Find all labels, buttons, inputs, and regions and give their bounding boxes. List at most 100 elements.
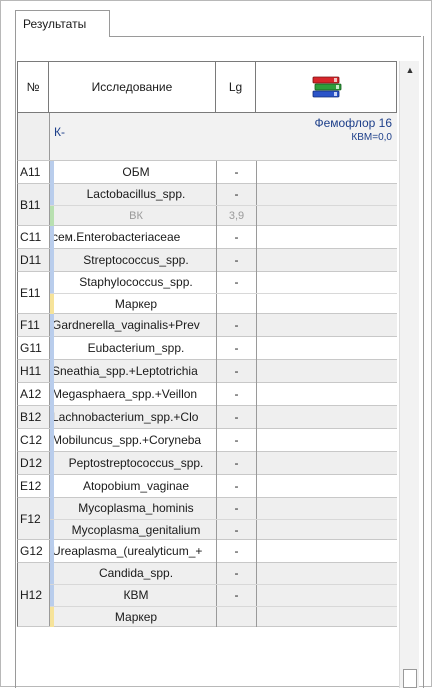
vertical-scrollbar[interactable]: ▲: [399, 61, 419, 688]
result-cell[interactable]: [257, 475, 397, 498]
result-cell[interactable]: [257, 406, 397, 429]
result-cell[interactable]: [257, 429, 397, 452]
column-header-number[interactable]: №: [17, 62, 49, 113]
grid-header: № Исследование Lg: [17, 61, 397, 113]
column-header-result[interactable]: [256, 62, 397, 113]
lg-value: -: [217, 563, 257, 585]
table-row[interactable]: G11 Eubacterium_spp. -: [17, 337, 397, 360]
study-name: Eubacterium_spp.: [50, 337, 217, 360]
color-marker: [50, 294, 54, 314]
scroll-up-arrow-icon[interactable]: ▲: [400, 61, 420, 79]
row-entry[interactable]: Lactobacillus_spp. -: [50, 184, 397, 205]
row-entry[interactable]: Megasphaera_spp.+Veillon -: [50, 383, 397, 406]
table-row[interactable]: B12 Lachnobacterium_spp.+Clo -: [17, 406, 397, 429]
lg-value: -: [217, 226, 257, 249]
lg-value: -: [217, 585, 257, 606]
table-row[interactable]: B11 Lactobacillus_spp. - ВК 3,9: [17, 184, 397, 226]
table-row[interactable]: A12 Megasphaera_spp.+Veillon -: [17, 383, 397, 406]
result-cell[interactable]: [257, 383, 397, 406]
result-cell[interactable]: [257, 161, 397, 184]
study-name: Candida_spp.: [50, 563, 217, 585]
study-name: Lachnobacterium_spp.+Clo: [50, 406, 217, 429]
study-name-text: Streptococcus_spp.: [83, 253, 189, 267]
result-cell[interactable]: [257, 314, 397, 337]
color-marker: [50, 337, 54, 360]
color-marker: [50, 383, 54, 406]
color-marker: [50, 452, 54, 475]
table-row[interactable]: D11 Streptococcus_spp. -: [17, 249, 397, 272]
study-name-text: Candida_spp.: [98, 566, 174, 580]
result-cell[interactable]: [257, 520, 397, 540]
row-entry[interactable]: Mobiluncus_spp.+Coryneba -: [50, 429, 397, 452]
result-cell[interactable]: [257, 272, 397, 293]
study-name: Mycoplasma_hominis: [50, 498, 217, 519]
color-marker: [50, 498, 54, 519]
scroll-thumb[interactable]: [403, 669, 417, 688]
result-cell[interactable]: [257, 452, 397, 475]
table-row[interactable]: C11 сем.Enterobacteriaceae -: [17, 226, 397, 249]
result-cell[interactable]: [257, 498, 397, 519]
row-entry[interactable]: Gardnerella_vaginalis+Prev -: [50, 314, 397, 337]
column-header-lg[interactable]: Lg: [216, 62, 256, 113]
row-entry[interactable]: Sneathia_spp.+Leptotrichia -: [50, 360, 397, 383]
study-name-text: Mobiluncus_spp.+Coryneba: [52, 433, 202, 447]
results-grid: № Исследование Lg К- Фемофлор 16 КВМ=0,0: [17, 61, 397, 688]
row-entry[interactable]: Маркер: [50, 605, 397, 627]
row-entry[interactable]: Staphylococcus_spp. -: [50, 272, 397, 293]
row-entry[interactable]: Eubacterium_spp. -: [50, 337, 397, 360]
row-entry[interactable]: Lachnobacterium_spp.+Clo -: [50, 406, 397, 429]
column-header-study[interactable]: Исследование: [49, 62, 216, 113]
table-row[interactable]: H11 Sneathia_spp.+Leptotrichia -: [17, 360, 397, 383]
lg-value: -: [217, 475, 257, 498]
row-entry[interactable]: Candida_spp. -: [50, 563, 397, 585]
study-name-text: Lachnobacterium_spp.+Clo: [52, 410, 199, 424]
row-id: G11: [18, 337, 50, 359]
result-cell[interactable]: [257, 607, 397, 627]
row-entry[interactable]: Atopobium_vaginae -: [50, 475, 397, 498]
row-entry[interactable]: ВК 3,9: [50, 205, 397, 226]
row-entry[interactable]: сем.Enterobacteriaceae -: [50, 226, 397, 249]
row-entry[interactable]: КВМ -: [50, 584, 397, 606]
result-cell[interactable]: [257, 360, 397, 383]
row-entry[interactable]: Mycoplasma_hominis -: [50, 498, 397, 519]
result-cell[interactable]: [257, 540, 397, 563]
result-cell[interactable]: [257, 585, 397, 605]
row-entry[interactable]: Mycoplasma_genitalium -: [50, 519, 397, 540]
row-id: D12: [18, 452, 50, 474]
study-name-text: Sneathia_spp.+Leptotrichia: [52, 364, 198, 378]
lg-value: [217, 294, 257, 314]
study-name-text: Lactobacillus_spp.: [86, 187, 186, 201]
row-id: G12: [18, 540, 50, 562]
result-cell[interactable]: [257, 337, 397, 360]
result-cell[interactable]: [257, 184, 397, 205]
row-entry[interactable]: Маркер: [50, 293, 397, 314]
table-row[interactable]: E12 Atopobium_vaginae -: [17, 475, 397, 498]
table-row[interactable]: A11 ОБМ -: [17, 161, 397, 184]
table-row[interactable]: C12 Mobiluncus_spp.+Coryneba -: [17, 429, 397, 452]
table-row[interactable]: F12 Mycoplasma_hominis - Mycoplasma_genital…: [17, 498, 397, 540]
lg-value: -: [217, 272, 257, 293]
study-name: ВК: [50, 206, 217, 226]
table-row[interactable]: F11 Gardnerella_vaginalis+Prev -: [17, 314, 397, 337]
lg-value: -: [217, 360, 257, 383]
assay-title: Фемофлор 16: [314, 116, 393, 130]
result-cell[interactable]: [257, 206, 397, 226]
table-row[interactable]: D12 Peptostreptococcus_spp. -: [17, 452, 397, 475]
study-name: Маркер: [50, 606, 217, 627]
row-id: F11: [18, 314, 50, 336]
table-row[interactable]: G12 Ureaplasma_(urealyticum_+ -: [17, 540, 397, 563]
result-cell[interactable]: [257, 249, 397, 272]
result-cell[interactable]: [257, 226, 397, 249]
row-entry[interactable]: Peptostreptococcus_spp. -: [50, 452, 397, 475]
row-entry[interactable]: Streptococcus_spp. -: [50, 249, 397, 272]
color-marker: [50, 563, 54, 585]
table-row[interactable]: E11 Staphylococcus_spp. - Маркер: [17, 272, 397, 314]
k-row[interactable]: К- Фемофлор 16 КВМ=0,0: [17, 113, 397, 161]
row-entry[interactable]: ОБМ -: [50, 161, 397, 184]
result-cell[interactable]: [257, 563, 397, 584]
tab-results[interactable]: Результаты: [15, 10, 110, 37]
table-row[interactable]: H12 Candida_spp. - КВМ - Маркер: [17, 563, 397, 627]
row-entry[interactable]: Ureaplasma_(urealyticum_+ -: [50, 540, 397, 563]
result-cell[interactable]: [257, 294, 397, 314]
row-id: D11: [18, 249, 50, 271]
